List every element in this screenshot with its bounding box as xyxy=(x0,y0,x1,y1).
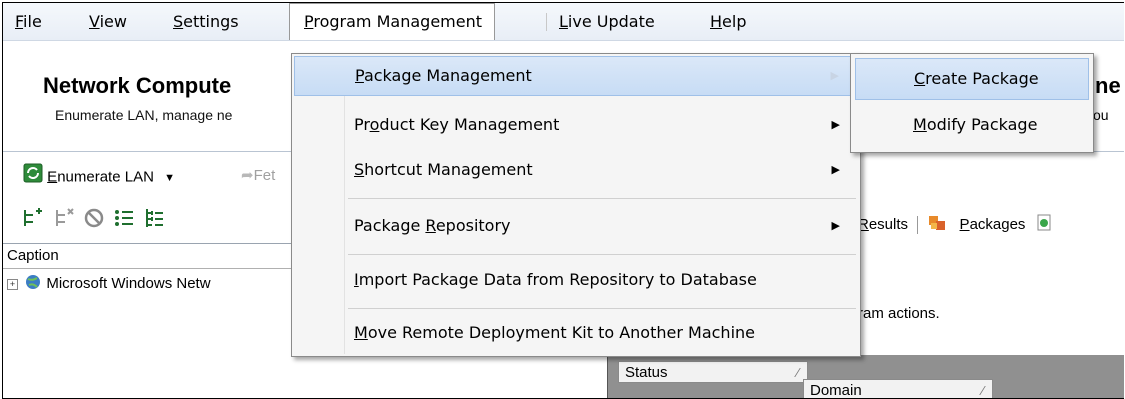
menu-item-product-key-management[interactable]: Product Key Management ▶ xyxy=(294,105,858,145)
menu-item-shortcut-management[interactable]: Shortcut Management ▶ xyxy=(294,150,858,190)
menu-settings[interactable]: Settings xyxy=(173,3,239,40)
menu-live-update-label: ive Update xyxy=(567,12,655,31)
menu-item-mnemonic: C xyxy=(914,69,926,88)
package-icon xyxy=(927,213,947,237)
menu-help[interactable]: Help xyxy=(710,3,746,40)
submenu-arrow-icon: ▶ xyxy=(831,163,840,176)
menu-gutter xyxy=(344,56,345,354)
fetch-button[interactable]: ➦Fet xyxy=(241,163,275,189)
menu-program-management[interactable]: Program Management xyxy=(289,3,495,40)
shortcut-icon xyxy=(1036,213,1054,237)
grid-column-domain[interactable]: Domain ⁄ xyxy=(803,379,993,399)
network-globe-icon xyxy=(24,273,42,295)
add-tree-node-icon[interactable] xyxy=(21,207,43,229)
tree-header-divider xyxy=(3,268,293,269)
tab-packages-label: ackages xyxy=(969,215,1026,233)
menu-live-update-mnemonic: L xyxy=(559,12,568,31)
app-window: File View Settings Program Management Li… xyxy=(2,2,1124,399)
tree-pane xyxy=(3,243,293,398)
remove-tree-node-icon[interactable] xyxy=(53,207,75,229)
menu-view[interactable]: View xyxy=(89,3,127,40)
submenu-arrow-icon: ▶ xyxy=(831,219,840,232)
menu-item-package-repository[interactable]: Package Repository ▶ xyxy=(294,206,858,246)
fetch-label: Fet xyxy=(253,167,276,184)
menu-file-mnemonic: F xyxy=(15,12,24,31)
expand-icon[interactable]: + xyxy=(7,278,18,290)
grid-column-domain-label: Domain xyxy=(810,382,862,399)
menu-item-modify-package[interactable]: Modify Package xyxy=(855,104,1089,146)
menu-item-mnemonic: o xyxy=(369,115,380,134)
menu-item-label: duct Key Management xyxy=(379,115,560,134)
page-subtitle-right-fragment: ou xyxy=(1093,107,1109,123)
enumerate-lan-mnemonic: E xyxy=(47,168,58,186)
menu-help-mnemonic: H xyxy=(710,12,723,31)
page-title: Network Compute xyxy=(43,73,232,98)
menu-view-mnemonic: V xyxy=(89,12,100,31)
menu-live-update[interactable]: Live Update xyxy=(559,3,655,40)
dropdown-arrow-icon[interactable]: ▼ xyxy=(164,172,175,184)
right-pane-hint: ram actions. xyxy=(858,305,940,322)
enumerate-lan-label: numerate LAN xyxy=(57,168,154,186)
menu-item-label: Package xyxy=(354,216,426,235)
menu-separator xyxy=(348,198,856,199)
menu-item-mnemonic: S xyxy=(354,160,365,179)
package-management-submenu: Create Package Modify Package xyxy=(850,53,1094,153)
enumerate-lan-button[interactable]: Enumerate LAN ▼ xyxy=(23,163,175,189)
menu-item-label: ackage Management xyxy=(363,66,532,85)
menu-item-mnemonic: R xyxy=(425,216,436,235)
arrow-right-icon: ➦ xyxy=(241,167,254,184)
sort-icon: ⁄ xyxy=(981,383,984,398)
tab-results-label: esults xyxy=(868,215,909,233)
menu-item-create-package[interactable]: Create Package xyxy=(855,58,1089,100)
menu-item-label: Pr xyxy=(354,115,370,134)
page-subtitle: Enumerate LAN, manage ne xyxy=(55,107,233,123)
menu-item-mnemonic: M xyxy=(354,323,368,342)
menu-bar: File View Settings Program Management Li… xyxy=(3,3,1124,41)
results-grid: Status ⁄ Domain ⁄ xyxy=(607,355,1124,399)
menu-item-label: hortcut Management xyxy=(364,160,533,179)
menu-separator xyxy=(348,308,856,309)
right-tabs: Results Packages xyxy=(858,213,1054,237)
tab-packages-mnemonic: P xyxy=(959,215,970,233)
menu-program-management-label: rogram Management xyxy=(313,12,482,31)
menu-file-label: ile xyxy=(23,12,42,31)
menu-item-mnemonic: M xyxy=(913,115,927,134)
menu-item-import-package-data[interactable]: Import Package Data from Repository to D… xyxy=(294,260,858,300)
tree-view-icon[interactable] xyxy=(143,207,165,229)
tab-separator xyxy=(917,216,919,234)
menu-item-label: ove Remote Deployment Kit to Another Mac… xyxy=(367,323,755,342)
list-icon[interactable] xyxy=(113,207,135,229)
tab-results[interactable]: Results xyxy=(858,216,908,233)
menu-help-label: elp xyxy=(722,12,747,31)
menu-separator xyxy=(348,254,856,255)
menu-file[interactable]: File xyxy=(15,3,42,40)
menu-separator xyxy=(546,13,547,31)
menu-settings-label: ettings xyxy=(183,12,239,31)
menu-item-label: mport Package Data from Repository to Da… xyxy=(358,270,757,289)
page-title-right-fragment: ne xyxy=(1095,73,1121,98)
menu-program-management-mnemonic: P xyxy=(304,12,314,31)
sort-icon: ⁄ xyxy=(796,365,799,380)
menu-item-package-management[interactable]: Package Management ▶ xyxy=(294,56,858,96)
menu-item-move-remote-deployment-kit[interactable]: Move Remote Deployment Kit to Another Ma… xyxy=(294,313,858,353)
program-management-menu: Package Management ▶ Product Key Manageme… xyxy=(291,53,861,357)
menu-view-label: iew xyxy=(99,12,127,31)
tree-column-header[interactable]: Caption xyxy=(7,247,59,264)
refresh-icon xyxy=(23,163,43,192)
stop-icon[interactable] xyxy=(83,207,105,229)
tree-node-windows-network[interactable]: + Microsoft Windows Netw xyxy=(7,273,211,295)
submenu-arrow-icon: ▶ xyxy=(831,118,840,131)
menu-item-label: reate Package xyxy=(925,69,1039,88)
menu-item-label: epository xyxy=(435,216,511,235)
tab-packages[interactable]: Packages xyxy=(960,216,1026,233)
submenu-arrow-icon: ▶ xyxy=(830,69,839,82)
grid-column-status[interactable]: Status ⁄ xyxy=(618,361,808,383)
tree-node-label: Microsoft Windows Netw xyxy=(46,274,211,292)
menu-item-label: odify Package xyxy=(926,115,1038,134)
menu-settings-mnemonic: S xyxy=(173,12,184,31)
menu-item-mnemonic: P xyxy=(355,66,364,85)
grid-column-status-label: Status xyxy=(625,364,668,381)
